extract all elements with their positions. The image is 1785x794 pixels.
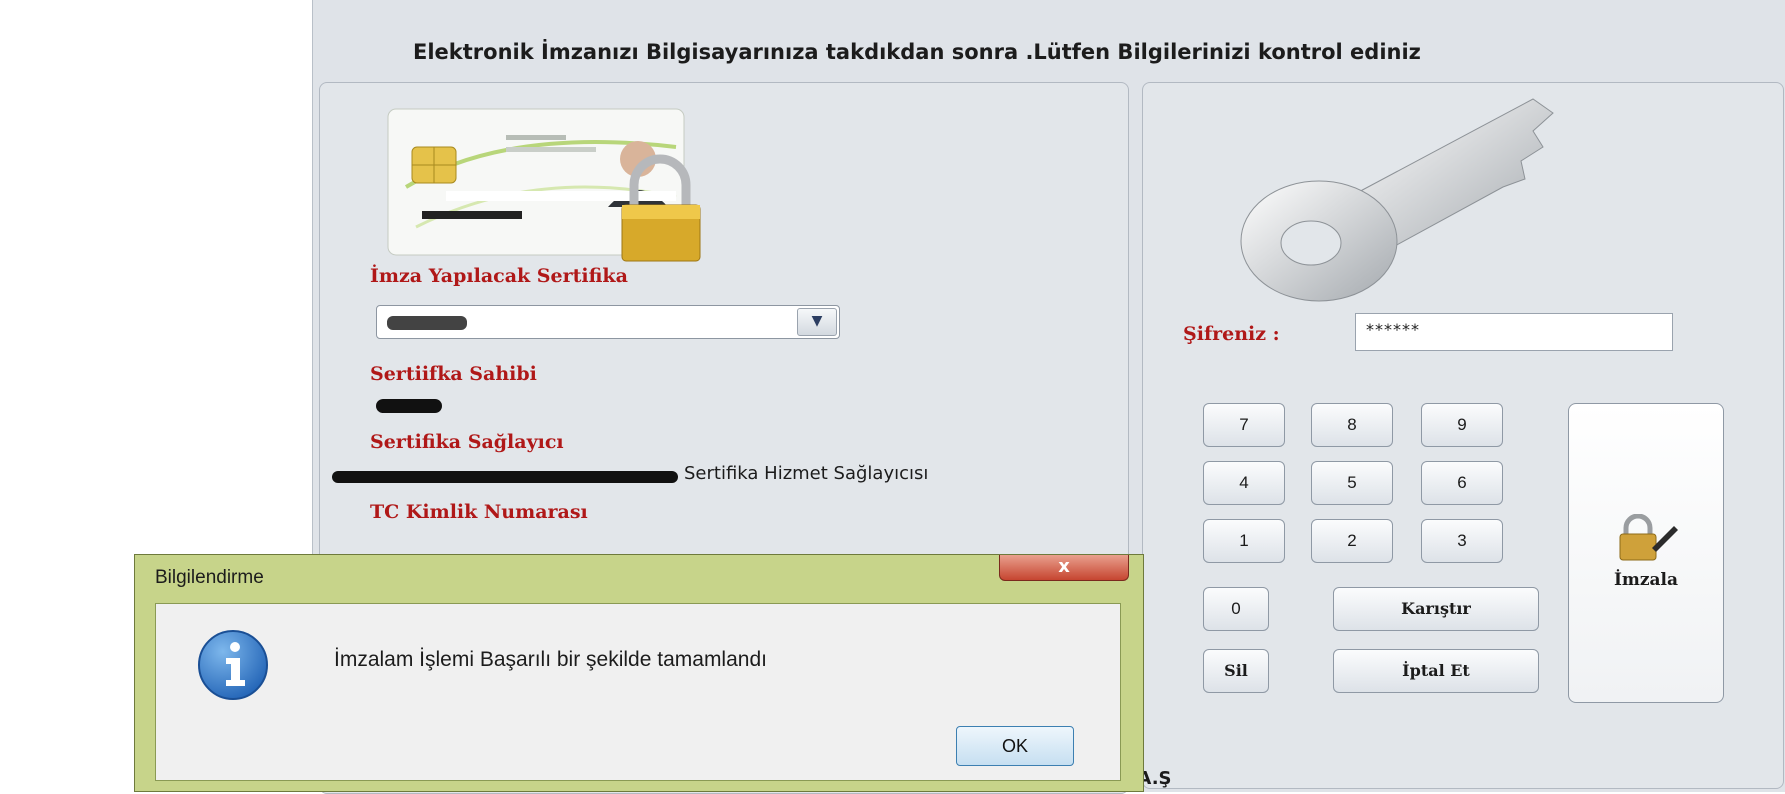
- dropdown-button[interactable]: ▼: [797, 308, 837, 336]
- chevron-down-icon: ▼: [811, 313, 823, 329]
- key-1-button[interactable]: 1: [1203, 519, 1285, 563]
- close-icon: x: [1058, 556, 1070, 577]
- instruction-header: Elektronik İmzanızı Bilgisayarınıza takd…: [413, 40, 1421, 64]
- key-0-button[interactable]: 0: [1203, 587, 1269, 631]
- key-4-button[interactable]: 4: [1203, 461, 1285, 505]
- dialog-message: İmzalam İşlemi Başarılı bir şekilde tama…: [334, 648, 767, 671]
- shuffle-button[interactable]: Karıştır: [1333, 587, 1539, 631]
- info-icon: [198, 630, 268, 700]
- certificate-provider-value: Sertifika Hizmet Sağlayıcısı: [684, 463, 929, 484]
- certificate-select[interactable]: ▼: [376, 305, 840, 339]
- redacted-certificate-name: [387, 316, 467, 330]
- redacted-owner-name: [376, 399, 442, 413]
- cancel-button[interactable]: İptal Et: [1333, 649, 1539, 693]
- dialog-title: Bilgilendirme: [155, 567, 264, 588]
- dialog-close-button[interactable]: x: [999, 555, 1129, 581]
- redacted-provider-name: [332, 471, 678, 483]
- delete-button[interactable]: Sil: [1203, 649, 1269, 693]
- info-dialog: Bilgilendirme x İmzalam İşlemi Başarılı …: [134, 554, 1144, 792]
- key-7-button[interactable]: 7: [1203, 403, 1285, 447]
- password-panel: Şifreniz : ****** 7 8 9 4 5 6 1 2 3 0 Ka…: [1142, 82, 1784, 789]
- key-icon: [1240, 98, 1554, 302]
- certificate-provider-label: Sertifika Sağlayıcı: [370, 431, 564, 453]
- key-2-button[interactable]: 2: [1311, 519, 1393, 563]
- certificate-owner-label: Sertiifka Sahibi: [370, 363, 537, 385]
- password-label: Şifreniz :: [1183, 323, 1280, 345]
- key-5-button[interactable]: 5: [1311, 461, 1393, 505]
- sign-button-label: İmzala: [1613, 570, 1679, 590]
- key-8-button[interactable]: 8: [1311, 403, 1393, 447]
- dialog-body: İmzalam İşlemi Başarılı bir şekilde tama…: [155, 603, 1121, 781]
- ok-button[interactable]: OK: [956, 726, 1074, 766]
- key-9-button[interactable]: 9: [1421, 403, 1503, 447]
- sign-button[interactable]: İmzala: [1568, 403, 1724, 703]
- key-3-button[interactable]: 3: [1421, 519, 1503, 563]
- tc-id-label: TC Kimlik Numarası: [370, 501, 588, 523]
- certificate-select-label: İmza Yapılacak Sertifika: [370, 265, 628, 287]
- password-field[interactable]: ******: [1355, 313, 1673, 351]
- key-6-button[interactable]: 6: [1421, 461, 1503, 505]
- padlock-pen-icon: [1619, 514, 1678, 561]
- id-card-lock-icon: [387, 108, 701, 262]
